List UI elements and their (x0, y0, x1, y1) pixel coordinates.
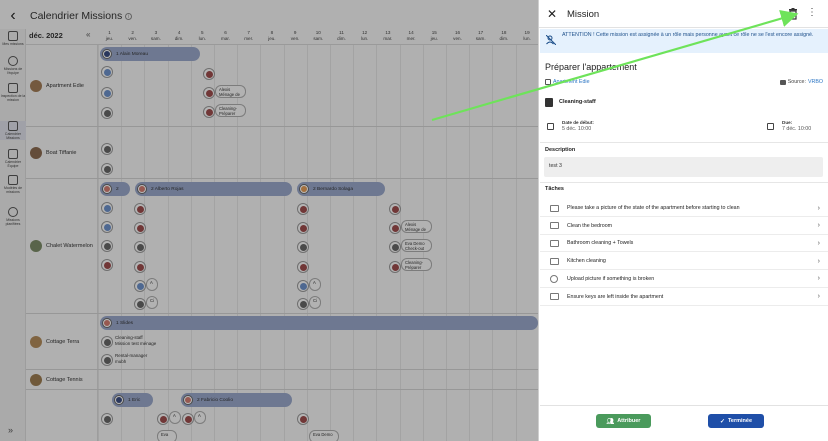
due-date[interactable]: Due: 7 déc. 10:00 (767, 116, 811, 136)
chevron-right-icon: › (817, 293, 820, 300)
modal-backdrop[interactable] (0, 0, 538, 441)
app-root: ‹ Calendrier Missions i Mes missions Miss… (0, 0, 828, 441)
assigned-role: Cleaning-staff (545, 97, 596, 107)
check-circle-icon (550, 274, 558, 283)
check-icon: ✓ (719, 418, 725, 425)
due-date-value: 7 déc. 10:00 (782, 125, 812, 132)
description-title: Description (545, 147, 576, 153)
more-vertical-icon[interactable]: ⋮ (807, 8, 817, 20)
assign-button-label: Attribuer (617, 418, 641, 424)
mission-name: Préparer l'appartement (545, 62, 637, 72)
task-item[interactable]: Bathroom cleaning + Towels › (540, 235, 828, 253)
task-item[interactable]: Kitchen cleaning › (540, 253, 828, 271)
task-label: Upload picture if something is broken (567, 275, 655, 282)
task-item[interactable]: Clean the bedroom › (540, 218, 828, 235)
description-text: test 3 (544, 157, 823, 177)
camera-icon (550, 257, 559, 265)
unassigned-person-icon (546, 35, 556, 45)
source-info: Source: VRBO (779, 79, 823, 85)
alert-text: ATTENTION ! Cette mission est assignée à… (562, 32, 814, 38)
location-link[interactable]: Apartment Edie (545, 79, 590, 85)
mission-calendar: ‹ Calendrier Missions i Mes missions Miss… (0, 0, 538, 441)
trash-icon[interactable] (788, 8, 798, 20)
task-label: Clean the bedroom (567, 222, 613, 229)
mission-info-row: Apartment Edie Source: VRBO (545, 79, 823, 89)
start-date-value: 5 déc. 10:00 (562, 125, 592, 132)
mission-detail-panel: ✕ Mission ⋮ ATTENTION ! Cette mission es… (538, 0, 828, 441)
task-label: Please take a picture of the state of th… (567, 205, 740, 211)
role-badge-icon (545, 97, 553, 107)
panel-footer: 👥︎ Attribuer ✓ Terminée (540, 405, 828, 441)
tasks-title: Tâches (545, 186, 564, 192)
assign-button[interactable]: 👥︎ Attribuer (596, 414, 651, 428)
group-icon: 👥︎ (606, 418, 615, 425)
task-label: Kitchen cleaning (567, 258, 606, 265)
calendar-icon (767, 122, 774, 130)
calendar-icon (547, 122, 554, 130)
source-icon (779, 79, 786, 85)
chevron-right-icon: › (817, 222, 820, 230)
done-button-label: Terminée (727, 418, 753, 424)
chevron-right-icon: › (817, 257, 820, 265)
source-value[interactable]: VRBO (808, 79, 823, 85)
source-label: Source: (787, 79, 806, 85)
panel-header: ✕ Mission ⋮ (539, 0, 828, 28)
divider (540, 182, 828, 183)
location-label: Apartment Edie (553, 79, 590, 85)
divider (540, 142, 828, 143)
panel-title: Mission (567, 9, 600, 20)
task-item[interactable]: Ensure keys are left inside the apartmen… (540, 289, 828, 306)
camera-icon (550, 293, 559, 300)
task-label: Bathroom cleaning + Towels (567, 240, 634, 247)
camera-icon (550, 204, 559, 212)
camera-icon (550, 222, 559, 230)
start-date[interactable]: Date de début: 5 déc. 10:00 (547, 116, 594, 136)
chevron-right-icon: › (817, 204, 820, 212)
camera-icon (550, 239, 559, 247)
close-icon[interactable]: ✕ (545, 7, 559, 21)
task-item[interactable]: Upload picture if something is broken › (540, 271, 828, 288)
home-icon (545, 79, 551, 85)
task-item[interactable]: Please take a picture of the state of th… (540, 200, 828, 217)
chevron-right-icon: › (817, 239, 820, 247)
start-date-label: Date de début: (562, 119, 594, 125)
role-label: Cleaning-staff (559, 99, 596, 105)
done-button[interactable]: ✓ Terminée (708, 414, 764, 428)
chevron-right-icon: › (817, 275, 820, 283)
unassigned-alert: ATTENTION ! Cette mission est assignée à… (540, 29, 828, 53)
task-label: Ensure keys are left inside the apartmen… (567, 293, 664, 300)
